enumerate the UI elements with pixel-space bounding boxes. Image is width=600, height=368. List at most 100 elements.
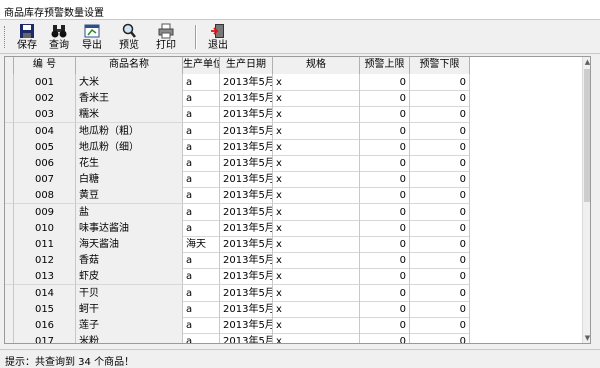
cell-id: 010 [14,220,76,237]
cell-lower[interactable]: 0 [410,268,470,285]
cell-date: 2013年5月2 [220,317,273,334]
cell-upper[interactable]: 0 [360,74,410,91]
cell-lower[interactable]: 0 [410,155,470,172]
cell-name: 白糖 [76,171,183,188]
cell-spec: x [273,333,360,343]
row-indicator[interactable] [5,139,14,156]
row-indicator[interactable] [5,204,14,221]
preview-button[interactable]: 预览 [114,22,144,52]
cell-maker: a [183,220,220,237]
hdr-upper[interactable]: 预警上限 [360,57,410,74]
cell-id: 014 [14,285,76,302]
row-indicator[interactable] [5,333,14,343]
cell-spec: x [273,301,360,318]
cell-id: 011 [14,236,76,253]
cell-lower[interactable]: 0 [410,204,470,221]
row-indicator[interactable] [5,123,14,140]
row-indicator[interactable] [5,236,14,253]
export-label: 导出 [82,40,102,51]
row-indicator[interactable] [5,90,14,107]
hdr-maker[interactable]: 生产单位 [183,57,220,74]
cell-lower[interactable]: 0 [410,333,470,343]
row-indicator[interactable] [5,252,14,269]
row-indicator[interactable] [5,171,14,188]
scroll-down-arrow-icon[interactable]: ▼ [583,333,590,343]
cell-id: 001 [14,74,76,91]
cell-upper[interactable]: 0 [360,285,410,302]
cell-lower[interactable]: 0 [410,187,470,204]
cell-upper[interactable]: 0 [360,301,410,318]
scroll-up-arrow-icon[interactable]: ▲ [583,57,590,67]
toolbar-grip[interactable] [4,26,8,48]
cell-upper[interactable]: 0 [360,171,410,188]
cell-maker: a [183,333,220,343]
cell-upper[interactable]: 0 [360,268,410,285]
query-button[interactable]: 查询 [44,22,74,52]
toolbar: 保存 查询 导出 预览 打印 退出 [0,20,600,54]
cell-spec: x [273,74,360,91]
cell-lower[interactable]: 0 [410,106,470,123]
cell-name: 莲子 [76,317,183,334]
cell-upper[interactable]: 0 [360,90,410,107]
cell-upper[interactable]: 0 [360,123,410,140]
cell-spec: x [273,236,360,253]
row-indicator[interactable] [5,155,14,172]
cell-upper[interactable]: 0 [360,204,410,221]
cell-lower[interactable]: 0 [410,139,470,156]
cell-lower[interactable]: 0 [410,90,470,107]
row-indicator[interactable] [5,268,14,285]
cell-id: 015 [14,301,76,318]
cell-upper[interactable]: 0 [360,252,410,269]
print-button[interactable]: 打印 [151,22,181,52]
cell-upper[interactable]: 0 [360,317,410,334]
cell-spec: x [273,155,360,172]
cell-lower[interactable]: 0 [410,317,470,334]
cell-upper[interactable]: 0 [360,106,410,123]
row-indicator[interactable] [5,74,14,91]
cell-upper[interactable]: 0 [360,333,410,343]
scroll-thumb[interactable] [584,69,590,202]
cell-lower[interactable]: 0 [410,220,470,237]
cell-date: 2013年5月2 [220,106,273,123]
cell-spec: x [273,317,360,334]
cell-date: 2013年5月2 [220,268,273,285]
cell-lower[interactable]: 0 [410,171,470,188]
binoculars-icon [51,25,67,38]
cell-upper[interactable]: 0 [360,220,410,237]
cell-upper[interactable]: 0 [360,236,410,253]
hdr-date[interactable]: 生产日期 [220,57,273,74]
cell-lower[interactable]: 0 [410,123,470,140]
toolbar-separator [195,25,197,49]
hdr-spec[interactable]: 规格 [273,57,360,74]
row-indicator[interactable] [5,220,14,237]
cell-lower[interactable]: 0 [410,301,470,318]
row-indicator[interactable] [5,317,14,334]
vertical-scrollbar[interactable]: ▲ ▼ [582,57,590,343]
row-indicator[interactable] [5,106,14,123]
row-indicator[interactable] [5,187,14,204]
cell-maker: a [183,123,220,140]
cell-spec: x [273,220,360,237]
cell-lower[interactable]: 0 [410,252,470,269]
data-grid[interactable]: 编 号商品名称生产单位生产日期规格预警上限预警下限001大米a2013年5月2x… [4,56,591,344]
cell-lower[interactable]: 0 [410,236,470,253]
cell-upper[interactable]: 0 [360,139,410,156]
cell-name: 地瓜粉（粗） [76,123,183,140]
export-button[interactable]: 导出 [77,22,107,52]
hdr-name[interactable]: 商品名称 [76,57,183,74]
row-indicator[interactable] [5,285,14,302]
title-bar: 商品库存预警数量设置 [0,0,600,20]
hdr-id[interactable]: 编 号 [14,57,76,74]
exit-button[interactable]: 退出 [203,22,233,52]
cell-name: 大米 [76,74,183,91]
cell-lower[interactable]: 0 [410,285,470,302]
hdr-lower[interactable]: 预警下限 [410,57,470,74]
cell-upper[interactable]: 0 [360,187,410,204]
cell-spec: x [273,123,360,140]
cell-maker: a [183,204,220,221]
save-button[interactable]: 保存 [12,22,42,52]
cell-lower[interactable]: 0 [410,74,470,91]
cell-upper[interactable]: 0 [360,155,410,172]
cell-date: 2013年5月2 [220,139,273,156]
row-indicator[interactable] [5,301,14,318]
